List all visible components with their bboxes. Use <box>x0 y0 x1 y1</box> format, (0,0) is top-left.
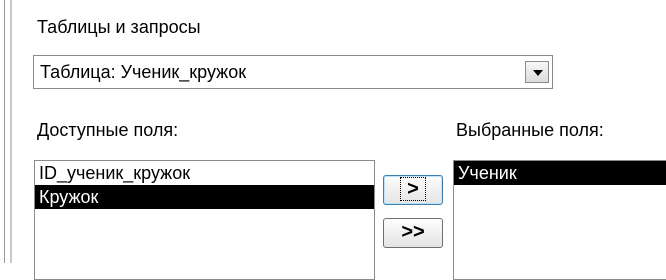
table-select-value: Таблица: Ученик_кружок <box>40 62 247 82</box>
add-field-label: > <box>400 177 426 201</box>
chevron-down-icon[interactable] <box>525 61 549 83</box>
add-all-fields-button[interactable]: >> <box>383 218 443 248</box>
list-item[interactable]: ID_ученик_кружок <box>35 161 374 185</box>
add-all-label: >> <box>401 221 425 243</box>
window-left-edge <box>0 0 13 263</box>
selected-fields-label: Выбранные поля: <box>456 120 604 140</box>
selected-fields-list[interactable]: Ученик <box>453 160 666 280</box>
list-item[interactable]: Ученик <box>454 161 666 185</box>
list-item[interactable]: Кружок <box>35 185 374 209</box>
available-fields-label: Доступные поля: <box>37 120 179 140</box>
available-fields-list[interactable]: ID_ученик_кружок Кружок <box>34 160 375 280</box>
add-field-button[interactable]: > <box>383 175 443 205</box>
tables-queries-label: Таблицы и запросы <box>37 17 201 37</box>
table-select[interactable]: Таблица: Ученик_кружок <box>33 55 553 89</box>
